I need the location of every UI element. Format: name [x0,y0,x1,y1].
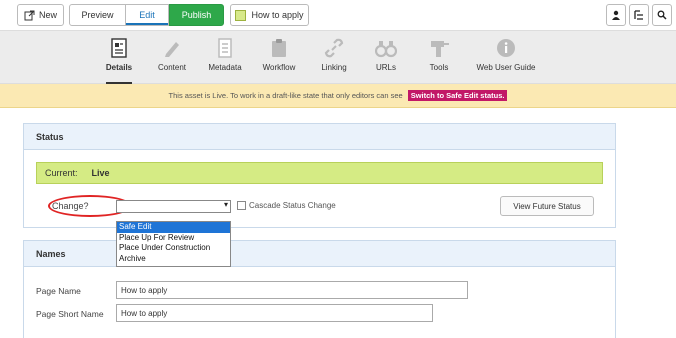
document-icon [218,38,232,58]
tab-web-user-guide-label: Web User Guide [476,63,536,72]
cascade-status-option[interactable]: Cascade Status Change [237,201,336,210]
tab-tools-label: Tools [429,63,449,72]
tab-details-label: Details [105,63,133,72]
clipboard-icon [272,39,286,57]
chevron-down-icon: ▾ [223,200,228,209]
tab-linking[interactable]: Linking [318,37,350,81]
link-icon [324,38,344,58]
current-status-value: Live [91,168,110,178]
option-place-up-for-review[interactable]: Place Up For Review [117,233,230,244]
pencil-icon [165,42,179,57]
live-status-alert: This asset is Live. To work in a draft-l… [0,84,676,108]
user-button[interactable] [606,4,626,26]
names-panel-title: Names [24,241,615,267]
tab-urls[interactable]: URLs [372,37,400,81]
option-place-under-construction[interactable]: Place Under Construction [117,243,230,254]
tree-icon [634,10,643,20]
asset-tabs: Details Content Metadata Workflow Linkin… [0,31,676,84]
option-archive[interactable]: Archive [117,254,230,265]
alert-message: This asset is Live. To work in a draft-l… [168,91,403,100]
tab-content-label: Content [157,63,187,72]
page-name-label: Page Name [36,286,81,296]
info-icon [497,39,515,57]
edit-button[interactable]: Edit [126,4,169,26]
current-status-bar: Current: Live [36,162,603,184]
tab-details[interactable]: Details [104,37,134,84]
binoculars-icon [375,41,397,58]
tab-tools[interactable]: Tools [425,37,453,81]
new-button[interactable]: New [17,4,64,26]
tab-linking-label: Linking [321,63,347,72]
drill-icon [431,41,449,57]
tab-workflow-label: Workflow [262,63,296,72]
option-safe-edit[interactable]: Safe Edit [117,222,230,233]
user-icon [612,10,620,20]
cascade-label: Cascade Status Change [249,201,336,210]
switch-safe-edit-link[interactable]: Switch to Safe Edit status. [407,90,508,101]
cascade-checkbox[interactable] [237,201,246,210]
top-toolbar: New Preview Edit Publish How to apply [0,0,676,31]
details-icon [111,38,127,58]
new-button-label: New [38,10,57,20]
tab-urls-label: URLs [375,63,396,72]
tab-workflow[interactable]: Workflow [261,37,297,81]
publish-button[interactable]: Publish [169,4,224,26]
tree-button[interactable] [629,4,649,26]
tab-metadata[interactable]: Metadata [207,37,243,81]
search-icon [657,10,667,20]
status-panel-title: Status [24,124,615,150]
tab-metadata-label: Metadata [208,63,242,72]
page-name-input[interactable]: How to apply [116,281,468,299]
mode-switcher: Preview Edit Publish [69,4,224,26]
names-panel: Names Page Name How to apply Page Short … [23,240,616,338]
status-panel: Status Current: Live Change? ▾ Cascade S… [23,123,616,228]
new-asset-icon [24,10,35,20]
page-short-name-input[interactable]: How to apply [116,304,433,322]
preview-button[interactable]: Preview [69,4,126,26]
asset-name-label: How to apply [251,10,304,20]
tab-web-user-guide[interactable]: Web User Guide [473,37,539,81]
status-options-list: Safe Edit Place Up For Review Place Unde… [116,221,231,267]
change-status-select[interactable]: ▾ [116,200,231,213]
current-status-label: Current: [45,168,78,178]
tab-content[interactable]: Content [156,37,188,81]
search-button[interactable] [652,4,672,26]
asset-name-button[interactable]: How to apply [230,4,309,26]
asset-status-swatch [235,9,247,21]
view-future-status-button[interactable]: View Future Status [500,196,594,216]
page-short-name-label: Page Short Name [36,309,104,319]
